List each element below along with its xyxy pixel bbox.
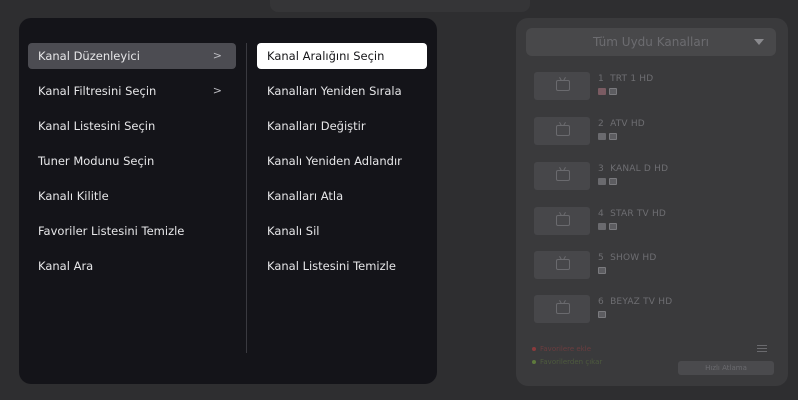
- chevron-right-icon: >: [212, 84, 222, 97]
- tv-icon: [556, 303, 570, 314]
- category-dropdown[interactable]: Tüm Uydu Kanalları: [526, 28, 776, 56]
- channel-thumbnail: [534, 162, 590, 190]
- menu-item-label: Kanal Düzenleyici: [38, 49, 140, 63]
- type-icon: [598, 133, 606, 140]
- category-dropdown-label: Tüm Uydu Kanalları: [593, 35, 709, 49]
- type-icon: [598, 223, 606, 230]
- channel-name: 4 STAR TV HD: [598, 209, 667, 219]
- menu-item-channel-editor[interactable]: Kanal Düzenleyici >: [28, 43, 236, 69]
- menu-divider: [246, 43, 247, 353]
- channel-row[interactable]: 3 KANAL D HD: [534, 162, 774, 190]
- menu-item-channel-search[interactable]: Kanal Ara: [28, 253, 236, 279]
- menu-lines-icon: [757, 345, 767, 354]
- top-info-bar: [270, 0, 530, 12]
- legend-remove-favorites: Favorilerden çıkar: [532, 358, 602, 366]
- menu-item-label: Kanal Ara: [38, 259, 94, 273]
- tv-icon: [556, 215, 570, 226]
- hd-badge-icon: [609, 133, 617, 140]
- chevron-right-icon: >: [212, 49, 222, 62]
- menu-item-label: Kanal Listesini Seçin: [38, 119, 156, 133]
- submenu-item-label: Kanalları Atla: [267, 189, 344, 203]
- submenu-item-label: Kanalı Yeniden Adlandır: [267, 154, 402, 168]
- legend-add-favorites: Favorilere ekle: [532, 345, 591, 353]
- options-menu-panel: Kanal Düzenleyici > Kanal Filtresini Seç…: [19, 18, 437, 384]
- type-icon: [598, 178, 606, 185]
- tv-icon: [556, 80, 570, 91]
- tv-icon: [556, 170, 570, 181]
- submenu-item-label: Kanalları Yeniden Sırala: [267, 84, 402, 98]
- hd-badge-icon: [598, 267, 606, 274]
- hd-badge-icon: [609, 178, 617, 185]
- channel-row[interactable]: 6 BEYAZ TV HD: [534, 295, 774, 323]
- channel-name: 1 TRT 1 HD: [598, 74, 654, 84]
- menu-item-channel-list[interactable]: Kanal Listesini Seçin: [28, 113, 236, 139]
- submenu-item-select-range[interactable]: Kanal Aralığını Seçin: [257, 43, 427, 69]
- channel-row[interactable]: 1 TRT 1 HD: [534, 72, 774, 100]
- channel-thumbnail: [534, 72, 590, 100]
- channel-thumbnail: [534, 295, 590, 323]
- submenu-item-swap[interactable]: Kanalları Değiştir: [257, 113, 427, 139]
- menu-item-channel-filter[interactable]: Kanal Filtresini Seçin >: [28, 78, 236, 104]
- menu-item-lock-channel[interactable]: Kanalı Kilitle: [28, 183, 236, 209]
- channel-thumbnail: [534, 117, 590, 145]
- submenu-item-label: Kanalı Sil: [267, 224, 320, 238]
- menu-item-tuner-mode[interactable]: Tuner Modunu Seçin: [28, 148, 236, 174]
- red-dot-icon: [532, 347, 536, 351]
- menu-item-clear-favorites[interactable]: Favoriler Listesini Temizle: [28, 218, 236, 244]
- hd-badge-icon: [609, 88, 617, 95]
- submenu-item-delete[interactable]: Kanalı Sil: [257, 218, 427, 244]
- hd-badge-icon: [598, 311, 606, 318]
- submenu-item-rename[interactable]: Kanalı Yeniden Adlandır: [257, 148, 427, 174]
- hd-badge-icon: [609, 223, 617, 230]
- main-menu-list: Kanal Düzenleyici > Kanal Filtresini Seç…: [28, 43, 236, 288]
- channel-thumbnail: [534, 207, 590, 235]
- menu-item-label: Favoriler Listesini Temizle: [38, 224, 185, 238]
- menu-item-label: Kanal Filtresini Seçin: [38, 84, 157, 98]
- submenu-item-label: Kanal Listesini Temizle: [267, 259, 396, 273]
- channel-name: 6 BEYAZ TV HD: [598, 297, 673, 307]
- submenu-item-reorder[interactable]: Kanalları Yeniden Sırala: [257, 78, 427, 104]
- dropdown-caret-icon: [754, 39, 764, 45]
- submenu-list: Kanal Aralığını Seçin Kanalları Yeniden …: [257, 43, 427, 288]
- green-dot-icon: [532, 360, 536, 364]
- menu-item-label: Tuner Modunu Seçin: [38, 154, 155, 168]
- submenu-item-label: Kanal Aralığını Seçin: [267, 49, 385, 63]
- channel-name: 2 ATV HD: [598, 119, 645, 129]
- submenu-item-skip[interactable]: Kanalları Atla: [257, 183, 427, 209]
- channel-name: 3 KANAL D HD: [598, 164, 669, 174]
- channel-name: 5 SHOW HD: [598, 253, 657, 263]
- channel-thumbnail: [534, 251, 590, 279]
- channel-list-panel: Tüm Uydu Kanalları 1 TRT 1 HD 2 ATV HD 3…: [516, 18, 788, 386]
- channel-row[interactable]: 5 SHOW HD: [534, 251, 774, 279]
- quick-jump-label: Hızlı Atlama: [705, 364, 747, 372]
- tv-icon: [556, 125, 570, 136]
- tv-icon: [556, 259, 570, 270]
- flag-icon: [598, 88, 606, 95]
- channel-row[interactable]: 2 ATV HD: [534, 117, 774, 145]
- menu-item-label: Kanalı Kilitle: [38, 189, 109, 203]
- submenu-item-label: Kanalları Değiştir: [267, 119, 366, 133]
- quick-jump-button[interactable]: Hızlı Atlama: [678, 361, 774, 375]
- submenu-item-clear-list[interactable]: Kanal Listesini Temizle: [257, 253, 427, 279]
- channel-row[interactable]: 4 STAR TV HD: [534, 207, 774, 235]
